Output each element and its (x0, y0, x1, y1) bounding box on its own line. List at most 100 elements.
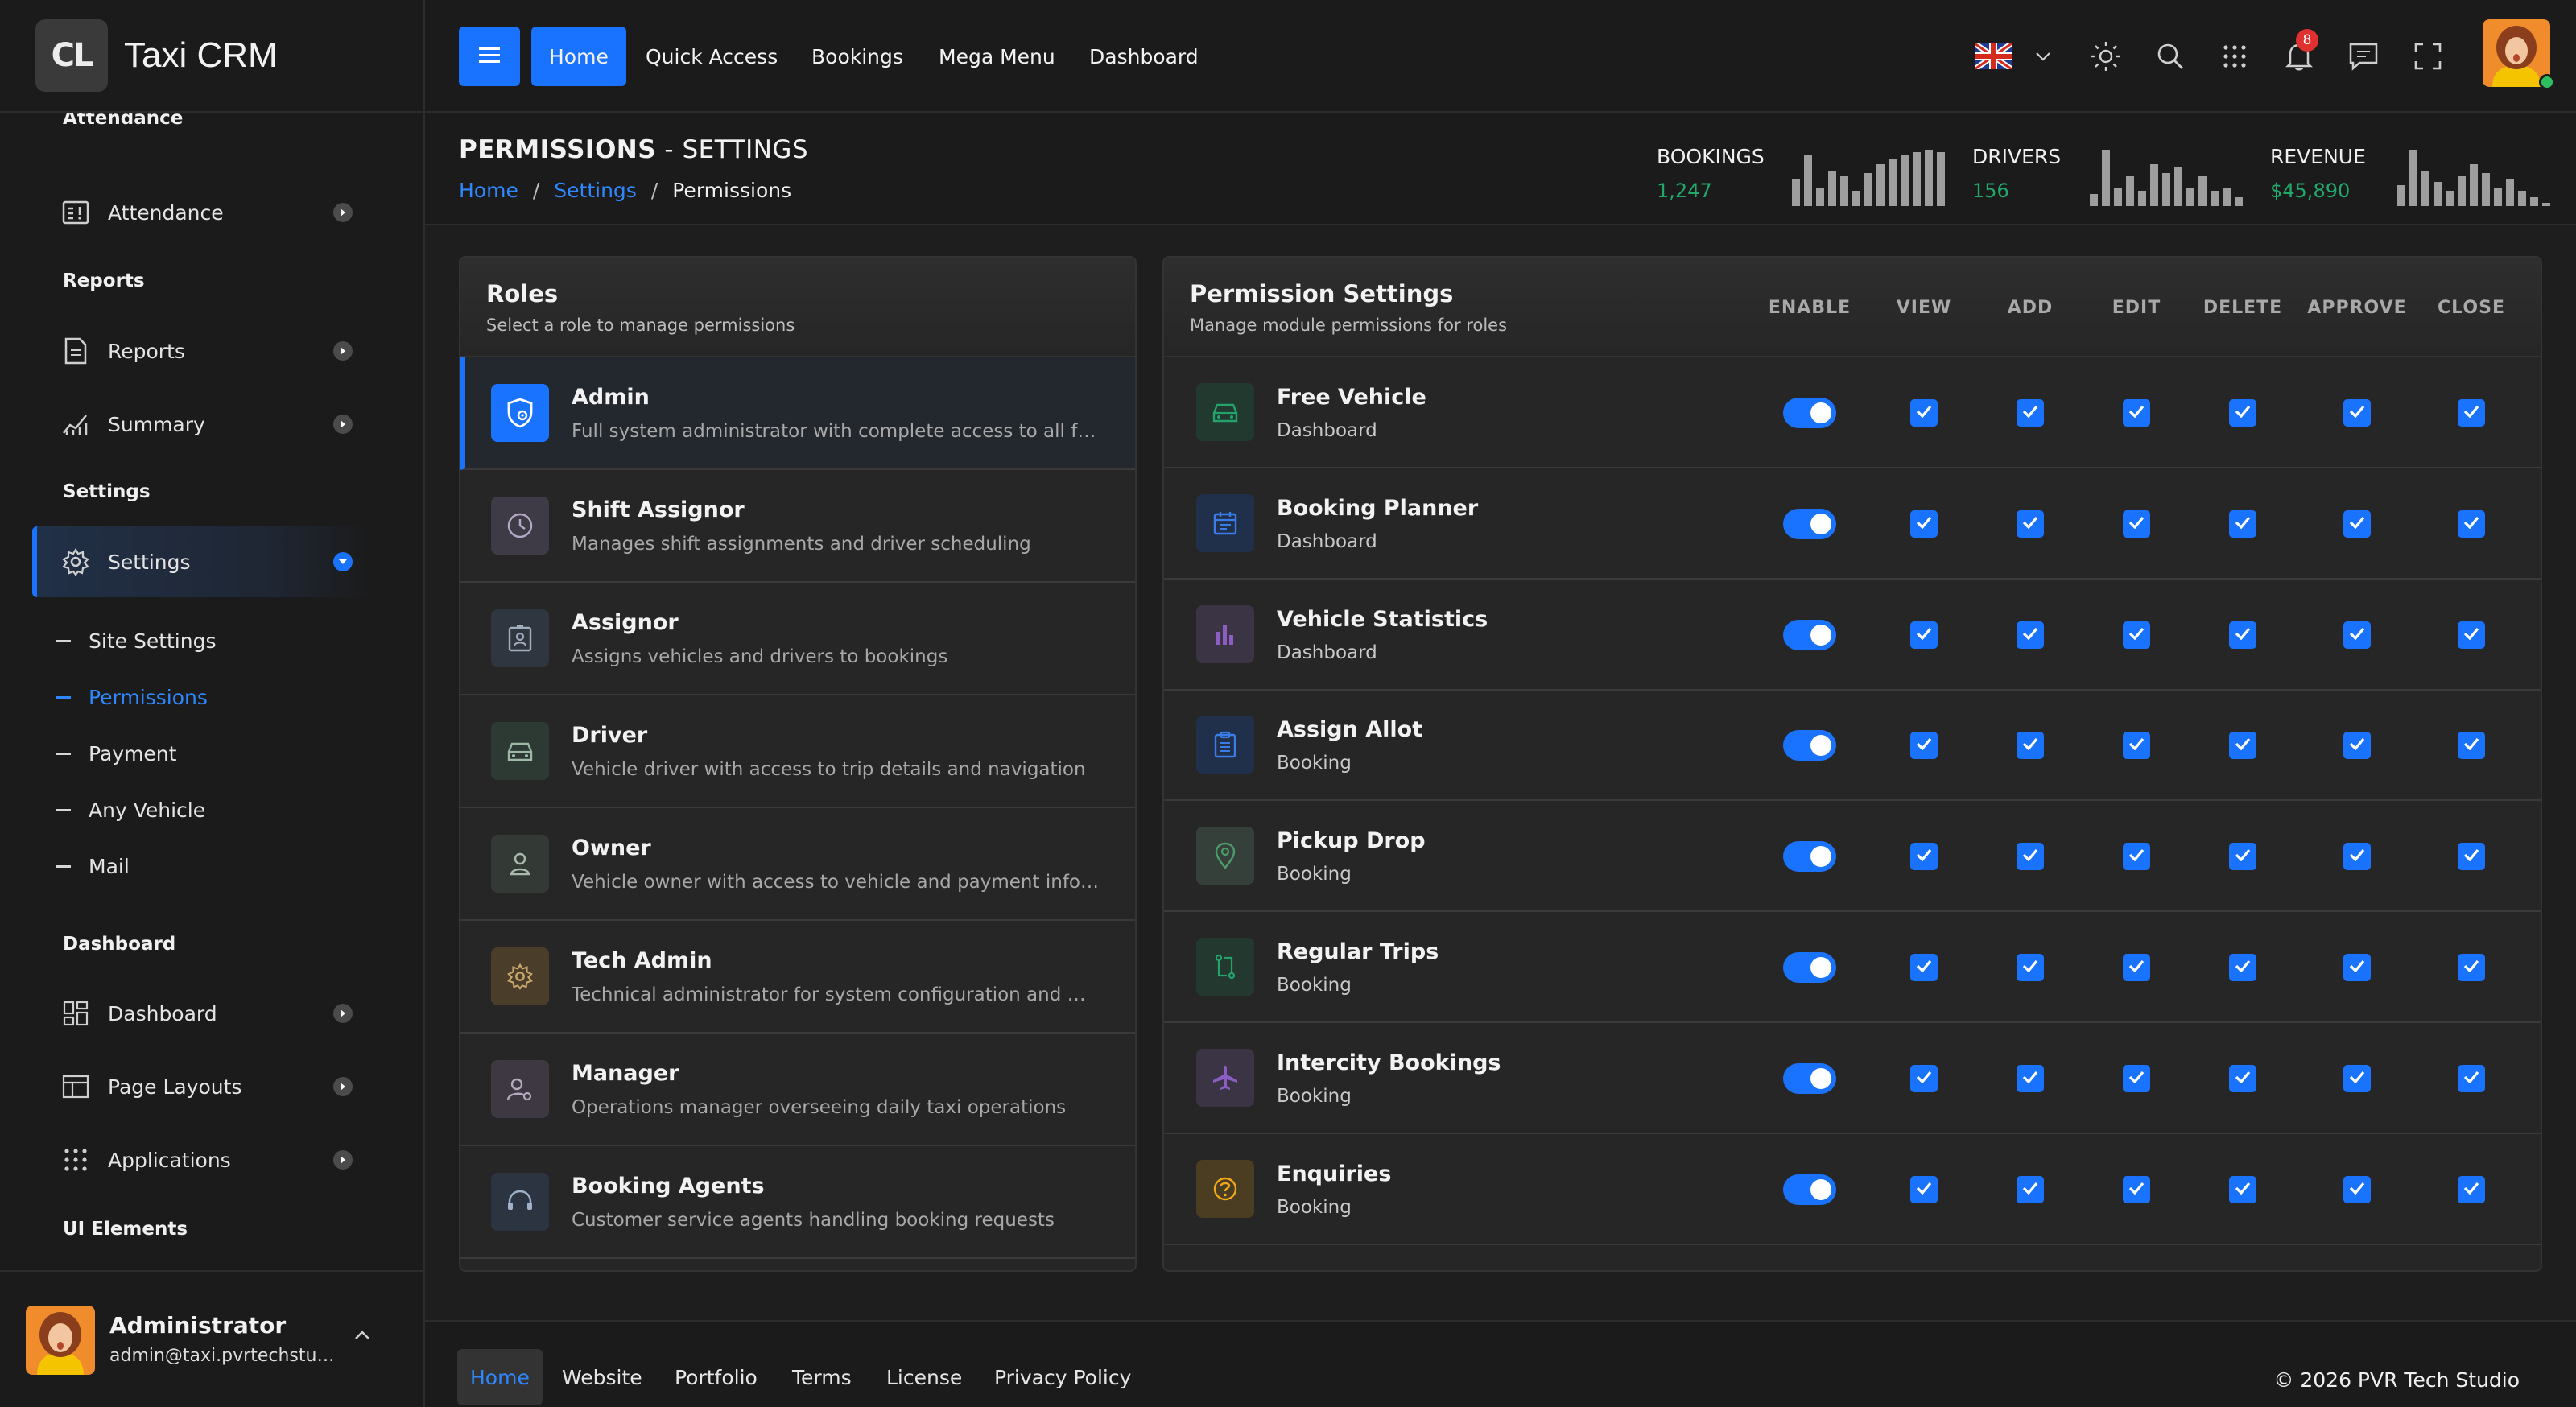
nav-mega-menu[interactable]: Mega Menu (939, 27, 1055, 86)
permission-checkbox-edit[interactable] (2123, 843, 2150, 871)
permission-checkbox-add[interactable] (2017, 954, 2044, 981)
permission-checkbox-add[interactable] (2017, 621, 2044, 649)
permission-checkbox-close[interactable] (2458, 843, 2485, 871)
permission-checkbox-approve[interactable] (2343, 954, 2371, 981)
permission-checkbox-add[interactable] (2017, 1175, 2044, 1203)
nav-bookings[interactable]: Bookings (811, 27, 903, 86)
permission-checkbox-close[interactable] (2458, 510, 2485, 538)
enable-toggle[interactable] (1783, 1062, 1836, 1094)
role-item[interactable]: Owner Vehicle owner with access to vehic… (460, 808, 1135, 921)
permission-checkbox-delete[interactable] (2229, 510, 2256, 538)
chevron-up-icon[interactable] (354, 1328, 370, 1343)
permission-checkbox-delete[interactable] (2229, 621, 2256, 649)
sidebar-item-attendance[interactable]: Attendance (32, 177, 370, 248)
role-item[interactable]: Shift Assignor Manages shift assignments… (460, 470, 1135, 583)
footer-link-portfolio[interactable]: Portfolio (675, 1349, 758, 1405)
permission-checkbox-close[interactable] (2458, 1064, 2485, 1092)
permission-checkbox-close[interactable] (2458, 399, 2485, 427)
permission-checkbox-add[interactable] (2017, 510, 2044, 538)
enable-toggle[interactable] (1783, 952, 1836, 983)
enable-toggle[interactable] (1783, 398, 1836, 428)
role-item[interactable]: Booking Agents Customer service agents h… (460, 1146, 1135, 1259)
permission-checkbox-add[interactable] (2017, 1064, 2044, 1092)
permission-checkbox-approve[interactable] (2343, 621, 2371, 649)
enable-toggle[interactable] (1783, 1174, 1836, 1205)
permission-checkbox-close[interactable] (2458, 1175, 2485, 1203)
apps-grid-icon[interactable] (2215, 37, 2254, 76)
bell-icon[interactable]: 8 (2280, 29, 2318, 76)
permission-checkbox-add[interactable] (2017, 399, 2044, 427)
fullscreen-icon[interactable] (2409, 37, 2447, 76)
permission-checkbox-view[interactable] (1910, 954, 1938, 981)
permission-checkbox-view[interactable] (1910, 510, 1938, 538)
footer-link-privacy-policy[interactable]: Privacy Policy (994, 1349, 1131, 1405)
sidebar-subitem-any-vehicle[interactable]: Any Vehicle (56, 798, 205, 822)
permission-checkbox-delete[interactable] (2229, 732, 2256, 760)
permission-checkbox-view[interactable] (1910, 1064, 1938, 1092)
permission-checkbox-edit[interactable] (2123, 621, 2150, 649)
sidebar-user-card[interactable]: Administrator admin@taxi.pvrtechstudio.c… (0, 1270, 423, 1407)
permission-checkbox-edit[interactable] (2123, 399, 2150, 427)
breadcrumb-home[interactable]: Home (459, 179, 518, 202)
permission-checkbox-approve[interactable] (2343, 510, 2371, 538)
permission-checkbox-close[interactable] (2458, 621, 2485, 649)
brand[interactable]: CL Taxi CRM (0, 0, 423, 113)
footer-link-home[interactable]: Home (457, 1349, 543, 1405)
sidebar-subitem-permissions[interactable]: Permissions (56, 686, 208, 709)
permission-checkbox-edit[interactable] (2123, 732, 2150, 760)
permission-checkbox-edit[interactable] (2123, 510, 2150, 538)
sidebar-subitem-mail[interactable]: Mail (56, 855, 130, 878)
permission-checkbox-edit[interactable] (2123, 954, 2150, 981)
menu-toggle-button[interactable] (459, 27, 520, 86)
permission-checkbox-close[interactable] (2458, 954, 2485, 981)
footer-link-terms[interactable]: Terms (792, 1349, 852, 1405)
sun-icon[interactable] (2087, 37, 2125, 76)
enable-toggle[interactable] (1783, 841, 1836, 873)
nav-dashboard[interactable]: Dashboard (1089, 27, 1199, 86)
enable-toggle[interactable] (1783, 619, 1836, 650)
permission-checkbox-view[interactable] (1910, 732, 1938, 760)
sidebar-item-reports[interactable]: Reports (32, 316, 370, 386)
permission-checkbox-delete[interactable] (2229, 843, 2256, 871)
chat-icon[interactable] (2344, 37, 2383, 76)
chevron-down-icon[interactable] (2024, 37, 2062, 76)
sidebar-item-applications[interactable]: Applications (32, 1124, 370, 1195)
permission-checkbox-view[interactable] (1910, 399, 1938, 427)
footer-link-license[interactable]: License (886, 1349, 962, 1405)
permission-checkbox-approve[interactable] (2343, 1064, 2371, 1092)
role-item[interactable]: Driver Vehicle driver with access to tri… (460, 695, 1135, 808)
permission-checkbox-delete[interactable] (2229, 399, 2256, 427)
footer-link-website[interactable]: Website (562, 1349, 642, 1405)
enable-toggle[interactable] (1783, 730, 1836, 761)
role-item[interactable]: Admin Full system administrator with com… (460, 357, 1135, 470)
permission-checkbox-approve[interactable] (2343, 843, 2371, 871)
permission-checkbox-view[interactable] (1910, 843, 1938, 871)
sidebar-item-dashboard[interactable]: Dashboard (32, 978, 370, 1049)
permission-checkbox-add[interactable] (2017, 843, 2044, 871)
sidebar-item-summary[interactable]: Summary (32, 389, 370, 460)
sidebar-subitem-site-settings[interactable]: Site Settings (56, 629, 216, 653)
sidebar-subitem-payment[interactable]: Payment (56, 742, 176, 765)
permission-checkbox-add[interactable] (2017, 732, 2044, 760)
sidebar-item-page-layouts[interactable]: Page Layouts (32, 1051, 370, 1122)
permission-checkbox-delete[interactable] (2229, 954, 2256, 981)
role-item[interactable]: Manager Operations manager overseeing da… (460, 1034, 1135, 1146)
permission-checkbox-close[interactable] (2458, 732, 2485, 760)
search-icon[interactable] (2151, 37, 2190, 76)
permission-checkbox-approve[interactable] (2343, 732, 2371, 760)
flag-uk-icon[interactable] (1974, 37, 2013, 76)
nav-quick-access[interactable]: Quick Access (646, 27, 778, 86)
permission-checkbox-approve[interactable] (2343, 399, 2371, 427)
permission-checkbox-delete[interactable] (2229, 1064, 2256, 1092)
nav-home[interactable]: Home (531, 27, 626, 86)
permission-checkbox-view[interactable] (1910, 621, 1938, 649)
breadcrumb-settings[interactable]: Settings (554, 179, 637, 202)
role-item[interactable]: Assignor Assigns vehicles and drivers to… (460, 583, 1135, 695)
permission-checkbox-edit[interactable] (2123, 1064, 2150, 1092)
role-item[interactable]: Tech Admin Technical administrator for s… (460, 921, 1135, 1034)
permission-checkbox-delete[interactable] (2229, 1175, 2256, 1203)
permission-checkbox-view[interactable] (1910, 1175, 1938, 1203)
permission-checkbox-approve[interactable] (2343, 1175, 2371, 1203)
permission-checkbox-edit[interactable] (2123, 1175, 2150, 1203)
sidebar-item-settings[interactable]: Settings (32, 526, 370, 597)
